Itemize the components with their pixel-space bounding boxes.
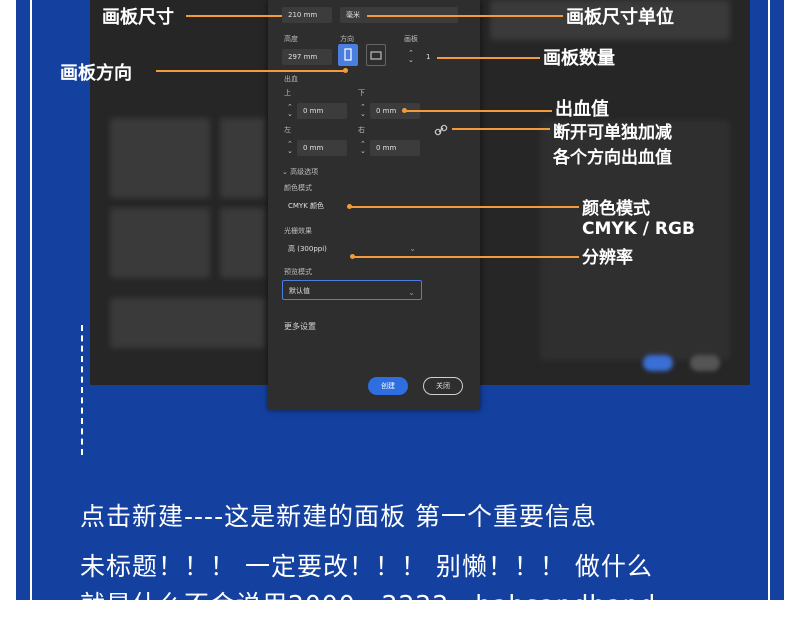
caption-line-3: 就是什么不会说用2000、2222、hahsandhand — [80, 590, 657, 619]
bleed-bottom-stepper-icon[interactable]: ⌃ ⌄ — [360, 104, 366, 118]
annotation-resolution: 分辨率 — [582, 248, 633, 268]
bleed-bottom-label: 下 — [358, 89, 365, 97]
bleed-top-stepper-icon[interactable]: ⌃ ⌄ — [287, 104, 293, 118]
height-field[interactable]: 297 mm — [282, 49, 332, 65]
annotation-unlink-bleed-2: 各个方向出血值 — [553, 148, 672, 168]
annotation-color-mode: 颜色模式 — [582, 199, 650, 219]
leader-line — [350, 206, 579, 208]
bleed-top-field[interactable]: 0 mm — [297, 103, 347, 119]
leader-line — [452, 128, 550, 130]
preview-mode-select[interactable]: 默认值 ⌄ — [282, 280, 422, 300]
advanced-options-label: 高级选项 — [290, 168, 319, 176]
height-label: 高度 — [284, 35, 298, 43]
annotation-unlink-bleed-1: 断开可单独加减 — [553, 123, 672, 143]
artboards-stepper-icon[interactable]: ⌃ ⌄ — [408, 50, 414, 64]
leader-dot — [343, 68, 348, 73]
bleed-left-label: 左 — [284, 126, 291, 134]
leader-dot — [350, 254, 355, 259]
landscape-orientation-button[interactable] — [366, 44, 386, 66]
frame-border-right — [768, 0, 770, 600]
leader-line — [405, 110, 552, 112]
dashed-divider — [81, 325, 83, 455]
leader-line — [186, 15, 282, 17]
more-settings-link[interactable]: 更多设置 — [284, 321, 316, 332]
blurred-button — [643, 355, 673, 371]
blurred-template-thumb — [110, 298, 265, 348]
chevron-down-icon: ⌄ — [282, 168, 291, 176]
bleed-right-label: 右 — [358, 126, 365, 134]
leader-line — [156, 70, 345, 72]
blurred-button — [690, 355, 720, 371]
raster-effects-label: 光栅效果 — [284, 227, 312, 235]
blurred-template-thumb — [110, 118, 210, 198]
leader-dot — [402, 108, 407, 113]
blurred-template-thumb — [110, 208, 210, 278]
color-mode-value: CMYK 颜色 — [288, 202, 325, 210]
preview-mode-label: 预览模式 — [284, 268, 312, 276]
bleed-right-stepper-icon[interactable]: ⌃ ⌄ — [360, 141, 366, 155]
annotation-artboard-size: 画板尺寸 — [102, 7, 174, 28]
link-bleed-icon[interactable] — [434, 122, 448, 141]
unit-select-value: 毫米 — [346, 11, 360, 19]
bleed-left-field[interactable]: 0 mm — [297, 140, 347, 156]
advanced-options-toggle[interactable]: ⌄ 高级选项 — [282, 167, 318, 177]
raster-effects-value: 高 (300ppi) — [288, 245, 327, 253]
bleed-label: 出血 — [284, 75, 298, 83]
bleed-left-stepper-icon[interactable]: ⌃ ⌄ — [287, 141, 293, 155]
artboards-label: 画板 — [404, 35, 418, 43]
annotation-color-mode-values: CMYK / RGB — [582, 219, 695, 239]
chevron-down-icon: ⌄ — [409, 244, 416, 253]
width-field[interactable]: 210 mm — [282, 7, 332, 23]
bleed-top-label: 上 — [284, 89, 291, 97]
blurred-template-thumb — [220, 118, 265, 198]
frame-border-left — [30, 0, 32, 600]
color-mode-label: 颜色模式 — [284, 184, 312, 192]
create-button[interactable]: 创建 — [368, 377, 408, 395]
annotation-artboard-count: 画板数量 — [543, 48, 615, 69]
annotation-artboard-orientation: 画板方向 — [60, 63, 132, 84]
portrait-icon — [344, 48, 352, 61]
portrait-orientation-button[interactable] — [338, 44, 358, 66]
leader-line — [353, 256, 579, 258]
close-button[interactable]: 关闭 — [423, 377, 463, 395]
chevron-down-icon: ⌄ — [408, 288, 415, 297]
leader-dot — [347, 204, 352, 209]
annotation-artboard-unit: 画板尺寸单位 — [566, 7, 674, 28]
orientation-label: 方向 — [340, 35, 354, 43]
landscape-icon — [370, 51, 382, 60]
bleed-right-field[interactable]: 0 mm — [370, 140, 420, 156]
caption-line-2: 未标题！！！ 一定要改！！！ 别懒！！！ 做什么 — [80, 552, 653, 581]
leader-line — [367, 15, 563, 17]
leader-line — [437, 57, 540, 59]
preview-mode-value: 默认值 — [289, 287, 310, 295]
blurred-template-thumb — [220, 208, 265, 278]
caption-line-1: 点击新建----这是新建的面板 第一个重要信息 — [80, 502, 598, 531]
